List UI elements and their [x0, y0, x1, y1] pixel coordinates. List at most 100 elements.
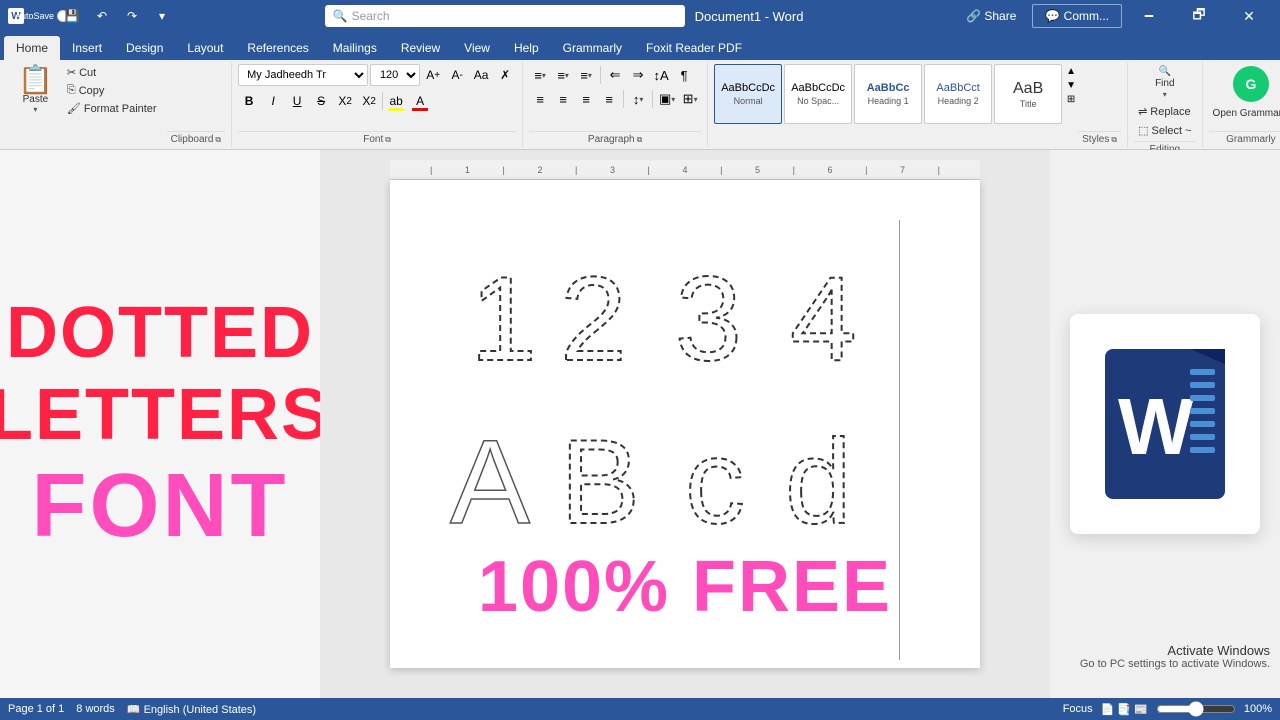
styles-label[interactable]: Styles ⧉ [1078, 131, 1121, 147]
tab-help[interactable]: Help [502, 36, 551, 60]
paragraph-group: ≡▾ ≡▾ ≡▾ ⇐ ⇒ ↕A ¶ ≡ ≡ ≡ ≡ ↕▾ ▣▾ ⊞▾ [523, 62, 708, 147]
clipboard-label[interactable]: Clipboard ⧉ [167, 131, 226, 147]
search-bar[interactable]: 🔍 Search [325, 5, 685, 27]
tab-grammarly[interactable]: Grammarly [551, 36, 634, 60]
line-spacing-button[interactable]: ↕▾ [627, 88, 649, 110]
close-button[interactable]: ✕ [1226, 0, 1272, 32]
superscript-button[interactable]: X2 [358, 90, 380, 112]
change-case-button[interactable]: Aa [470, 64, 492, 86]
search-placeholder: Search [352, 9, 390, 23]
center-button[interactable]: ≡ [552, 88, 574, 110]
restore-button[interactable]: 🗗 [1176, 0, 1222, 32]
style-normal-preview: AaBbCcDc [721, 82, 775, 95]
customize-qat-button[interactable]: ▾ [150, 4, 174, 28]
style-heading1[interactable]: AaBbCc Heading 1 [854, 64, 922, 124]
tab-view[interactable]: View [452, 36, 502, 60]
align-right-button[interactable]: ≡ [575, 88, 597, 110]
italic-button[interactable]: I [262, 90, 284, 112]
copy-button[interactable]: ⎘ Copy [63, 82, 161, 99]
svg-text:3: 3 [675, 252, 742, 386]
style-heading2[interactable]: AaBbCct Heading 2 [924, 64, 992, 124]
undo-button[interactable]: ↶ [90, 4, 114, 28]
grammarly-group: G Open Grammarly Grammarly [1203, 62, 1280, 147]
justify-button[interactable]: ≡ [598, 88, 620, 110]
style-title-preview: AaB [1013, 79, 1043, 98]
grammarly-icon: G [1233, 66, 1269, 102]
clear-format-button[interactable]: ✗ [494, 64, 516, 86]
styles-scroll-up[interactable]: ▲ [1064, 64, 1078, 78]
increase-indent-button[interactable]: ⇒ [627, 64, 649, 86]
tab-references[interactable]: References [235, 36, 320, 60]
shading-button[interactable]: ▣▾ [656, 88, 678, 110]
zoom-slider[interactable] [1156, 701, 1236, 717]
subscript-button[interactable]: X2 [334, 90, 356, 112]
minimize-button[interactable]: 🗕 [1126, 0, 1172, 32]
numbering-button[interactable]: ≡▾ [552, 64, 574, 86]
save-button[interactable]: 💾 [60, 4, 84, 28]
strikethrough-button[interactable]: S [310, 90, 332, 112]
activate-line1: Activate Windows [1080, 643, 1270, 658]
paragraph-expand-icon: ⧉ [637, 135, 643, 145]
tab-layout[interactable]: Layout [175, 36, 235, 60]
editing-content: 🔍 Find ▾ ⇌ Replace ⬚ Select ~ [1134, 62, 1195, 141]
left-panel: DOTTED LETTERS FONT [0, 150, 320, 698]
paste-icon: 📋 [18, 66, 53, 94]
clipboard-expand-icon: ⧉ [215, 135, 221, 145]
paste-button[interactable]: 📋 Paste ▾ [12, 64, 59, 145]
share-button[interactable]: 🔗 Share [954, 5, 1028, 27]
dotted-text-line2: LETTERS [0, 379, 331, 451]
font-label[interactable]: Font ⧉ [238, 131, 516, 147]
show-hide-button[interactable]: ¶ [673, 64, 695, 86]
tab-foxit[interactable]: Foxit Reader PDF [634, 36, 754, 60]
cut-button[interactable]: ✂ Cut [63, 64, 161, 81]
doc-area: |1|2|3|4|5|6|7| 1 2 3 4 [320, 150, 1050, 698]
tab-design[interactable]: Design [114, 36, 175, 60]
highlight-button[interactable]: ab [385, 90, 407, 112]
grammarly-content: G Open Grammarly [1209, 62, 1280, 131]
styles-expand[interactable]: ⊞ [1064, 92, 1078, 106]
title-bar: W AutoSave 💾 ↶ ↷ ▾ 🔍 Search Document1 - … [0, 0, 1280, 32]
find-button[interactable]: 🔍 Find ▾ [1134, 64, 1195, 101]
tab-review[interactable]: Review [389, 36, 452, 60]
decrease-indent-button[interactable]: ⇐ [604, 64, 626, 86]
underline-button[interactable]: U [286, 90, 308, 112]
multilevel-button[interactable]: ≡▾ [575, 64, 597, 86]
shrink-font-button[interactable]: A- [446, 64, 468, 86]
free-text: 100% FREE [430, 546, 940, 628]
bullets-button[interactable]: ≡▾ [529, 64, 551, 86]
grammarly-label[interactable]: Grammarly [1209, 131, 1280, 147]
paragraph-label[interactable]: Paragraph ⧉ [529, 131, 701, 147]
replace-button[interactable]: ⇌ Replace [1134, 103, 1195, 120]
format-painter-button[interactable]: 🖌 Format Painter [63, 100, 161, 117]
tab-insert[interactable]: Insert [60, 36, 114, 60]
open-grammarly-button[interactable]: Open Grammarly [1209, 106, 1280, 121]
align-left-button[interactable]: ≡ [529, 88, 551, 110]
style-nospace-name: No Spac... [797, 96, 839, 106]
right-panel: W Activate Windows Go to PC settings to … [1050, 150, 1280, 698]
tab-home[interactable]: Home [4, 36, 60, 60]
font-row-2: B I U S X2 X2 ab A [238, 90, 431, 112]
select-button[interactable]: ⬚ Select ~ [1134, 122, 1195, 139]
ruler: |1|2|3|4|5|6|7| [390, 160, 980, 180]
style-no-space[interactable]: AaBbCcDc No Spac... [784, 64, 852, 124]
font-family-select[interactable]: My Jadheedh Tr [238, 64, 368, 86]
borders-button[interactable]: ⊞▾ [679, 88, 701, 110]
tab-mailings[interactable]: Mailings [321, 36, 389, 60]
focus-button[interactable]: Focus [1063, 703, 1093, 715]
clipboard-group: 📋 Paste ▾ ✂ Cut ⎘ Copy 🖌 Format Painter [0, 62, 232, 147]
styles-gallery: AaBbCcDc Normal AaBbCcDc No Spac... AaBb… [714, 64, 1062, 124]
font-content: My Jadheedh Tr 120 A+ A- Aa ✗ B I U S X2… [238, 62, 516, 131]
font-color-button[interactable]: A [409, 90, 431, 112]
font-size-select[interactable]: 120 [370, 64, 420, 86]
comments-button[interactable]: 💬 Comm... [1032, 4, 1122, 28]
styles-scroll-down[interactable]: ▼ [1064, 78, 1078, 92]
activate-watermark: Activate Windows Go to PC settings to ac… [1080, 643, 1270, 670]
bold-button[interactable]: B [238, 90, 260, 112]
sort-button[interactable]: ↕A [650, 64, 672, 86]
grow-font-button[interactable]: A+ [422, 64, 444, 86]
style-title[interactable]: AaB Title [994, 64, 1062, 124]
replace-icon: ⇌ [1138, 105, 1147, 118]
style-normal[interactable]: AaBbCcDc Normal [714, 64, 782, 124]
redo-button[interactable]: ↷ [120, 4, 144, 28]
autosave-toggle[interactable]: AutoSave [30, 4, 54, 28]
